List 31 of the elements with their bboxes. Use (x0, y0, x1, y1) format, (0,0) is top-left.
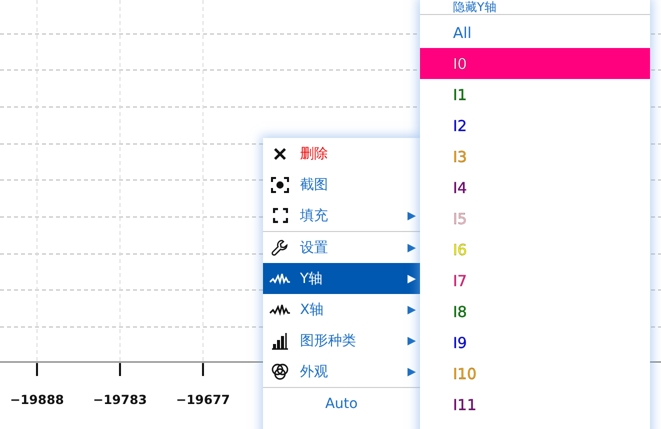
menu-item[interactable]: 图形种类 ▶ (263, 325, 420, 356)
screenshot-icon (271, 176, 289, 192)
menu-item[interactable]: Auto (263, 388, 420, 419)
menu-item[interactable]: X轴 ▶ (263, 294, 420, 325)
axis-tick (202, 363, 204, 376)
menu-item[interactable]: I8 (420, 296, 650, 327)
bar-chart-icon (271, 332, 289, 350)
menu-item[interactable]: I0 (420, 48, 650, 79)
wrench-icon (271, 238, 289, 256)
waveform-icon (269, 272, 291, 284)
menu-item[interactable]: 隐藏Y轴 (420, 0, 650, 14)
appearance-icon (271, 362, 289, 380)
waveform-icon (269, 304, 291, 316)
menu-item[interactable]: I7 (420, 265, 650, 296)
axis-tick-label: −19677 (176, 392, 230, 407)
menu-item[interactable]: 设置 ▶ (263, 232, 420, 263)
fullscreen-icon (272, 208, 288, 223)
menu-item[interactable]: I2 (420, 110, 650, 141)
menu-item[interactable]: All (420, 17, 650, 48)
axis-tick (119, 363, 121, 376)
axis-tick-label: −19783 (93, 392, 147, 407)
axis-tick-label: −19888 (10, 392, 64, 407)
menu-item[interactable]: I1 (420, 79, 650, 110)
axis-tick (36, 363, 38, 376)
menu-item[interactable]: 删除 (263, 138, 420, 169)
close-icon (273, 146, 287, 160)
menu-item[interactable]: Y轴 ▶ (263, 263, 420, 294)
menu-item[interactable]: I4 (420, 172, 650, 203)
menu-item[interactable]: I11 (420, 389, 650, 420)
menu-item[interactable]: 截图 (263, 169, 420, 200)
menu-item[interactable]: I9 (420, 327, 650, 358)
